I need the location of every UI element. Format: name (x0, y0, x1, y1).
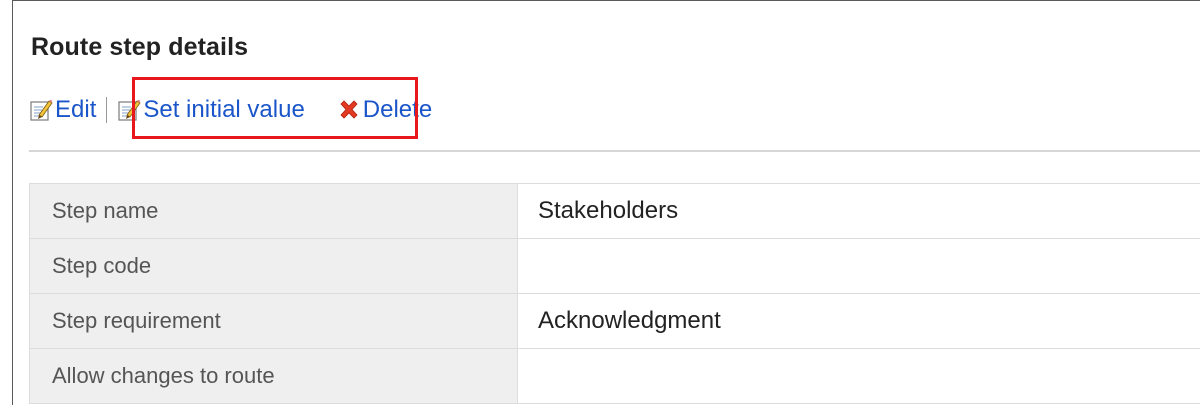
step-code-label: Step code (29, 238, 518, 294)
step-requirement-label: Step requirement (29, 293, 518, 349)
table-row: Allow changes to route (29, 348, 1200, 404)
table-row: Step code (29, 238, 1200, 294)
allow-changes-label: Allow changes to route (29, 348, 518, 404)
allow-changes-value (517, 348, 1200, 404)
set-initial-value-link[interactable]: Set initial value (117, 96, 305, 124)
step-name-value: Stakeholders (517, 183, 1200, 239)
delete-link[interactable]: Delete (337, 96, 432, 124)
section-divider (29, 150, 1200, 152)
action-bar: Edit Set initial value Delete (29, 93, 432, 127)
edit-pencil-icon (29, 98, 53, 122)
delete-label: Delete (362, 96, 433, 123)
table-row: Step name Stakeholders (29, 183, 1200, 239)
table-row: Step requirement Acknowledgment (29, 293, 1200, 349)
action-separator (106, 97, 108, 123)
step-name-label: Step name (29, 183, 518, 239)
edit-label: Edit (55, 96, 97, 123)
step-requirement-value: Acknowledgment (517, 293, 1200, 349)
edit-pencil-icon (117, 98, 141, 122)
set-initial-value-label: Set initial value (143, 96, 305, 123)
red-x-delete-icon (337, 98, 361, 122)
edit-link[interactable]: Edit (29, 96, 96, 124)
page-title: Route step details (31, 33, 249, 61)
step-code-value (517, 238, 1200, 294)
details-table: Step name Stakeholders Step code Step re… (29, 183, 1200, 404)
detail-panel: Route step details Edit Set initial valu… (12, 0, 1200, 405)
